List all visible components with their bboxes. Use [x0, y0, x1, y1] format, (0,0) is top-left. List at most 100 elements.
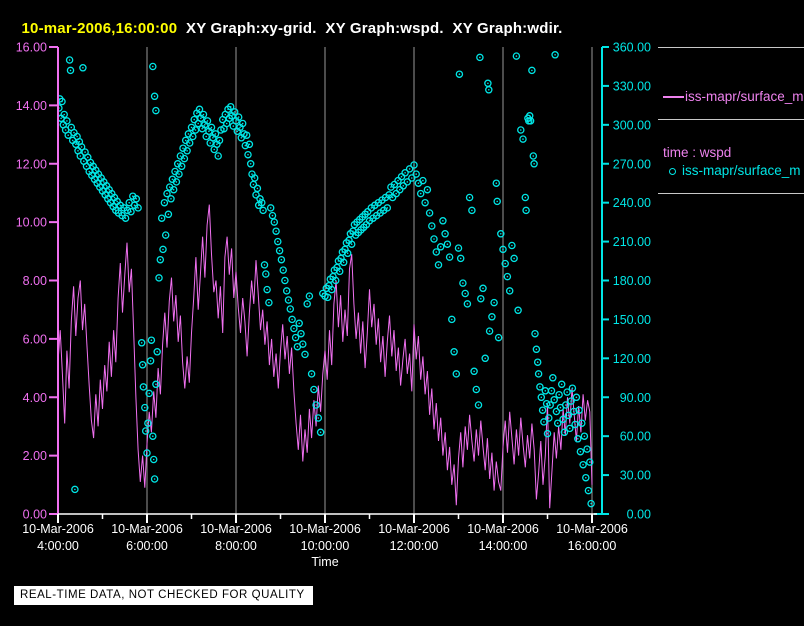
- left-axis-tick-label: 2.00: [23, 449, 47, 463]
- wdir-point-center: [247, 153, 249, 156]
- wdir-point-center: [159, 258, 162, 261]
- wdir-point-center: [78, 140, 81, 143]
- x-tick-time-label: 4:00:00: [37, 539, 79, 553]
- wdir-point-center: [340, 257, 342, 260]
- wdir-point-center: [544, 390, 547, 392]
- wdir-point-center: [493, 301, 495, 304]
- legend-panel: iss-mapr/surface_m time : wspd 10-Mar-20…: [655, 40, 804, 200]
- wdir-point-center: [104, 194, 106, 196]
- wdir-point-center: [112, 205, 114, 208]
- wdir-point-center: [433, 238, 435, 240]
- wdir-point-center: [455, 373, 458, 375]
- wdir-point-center: [315, 404, 317, 406]
- wdir-point-center: [216, 143, 218, 146]
- wdir-point-center: [146, 452, 148, 454]
- wdir-point-center: [581, 422, 583, 425]
- wdir-point-center: [570, 400, 572, 402]
- wdir-point-center: [213, 148, 215, 151]
- wdir-point-center: [537, 373, 540, 375]
- wdir-point-center: [477, 404, 480, 406]
- wdir-point-center: [525, 209, 527, 212]
- wdir-point-center: [563, 431, 566, 434]
- wdir-point-center: [218, 139, 221, 142]
- wdir-point-center: [487, 82, 489, 85]
- wdir-point-center: [558, 393, 560, 396]
- wdir-point-center: [124, 217, 127, 219]
- wdir-point-center: [515, 55, 518, 57]
- wdir-point-center: [310, 373, 313, 375]
- wdir-point-center: [453, 351, 455, 353]
- wdir-point-center: [404, 172, 406, 174]
- wdir-point-center: [468, 196, 471, 199]
- wdir-point-center: [442, 220, 444, 222]
- wdir-point-center: [302, 343, 304, 345]
- wdir-point-center: [197, 122, 199, 125]
- wdir-point-center: [208, 130, 210, 133]
- wdir-point-center: [113, 196, 116, 199]
- wdir-point-center: [446, 243, 449, 245]
- wdir-point-center: [252, 183, 255, 186]
- wdir-point-center: [105, 185, 108, 187]
- wdir-point-center: [66, 120, 68, 122]
- wdir-point-center: [249, 163, 252, 165]
- wdir-point-center: [135, 198, 138, 200]
- wdir-point-center: [149, 360, 152, 362]
- wdir-point-center: [89, 161, 92, 164]
- wdir-point-center: [342, 261, 345, 264]
- wdir-point-center: [332, 275, 334, 278]
- wdir-point-center: [496, 200, 499, 203]
- wdir-point-center: [85, 165, 88, 168]
- wdir-point-center: [271, 214, 274, 217]
- wdir-point-center: [548, 417, 550, 419]
- wdir-circle-symbol: [669, 167, 676, 175]
- wdir-point-center: [183, 157, 186, 160]
- wdir-point-center: [532, 155, 535, 157]
- wdir-point-center: [155, 383, 157, 386]
- wdir-point-center: [108, 188, 110, 191]
- wdir-point-center: [60, 117, 62, 120]
- wdir-point-center: [313, 388, 315, 391]
- wdir-point-center: [88, 170, 90, 173]
- wdir-point-center: [223, 127, 225, 130]
- wdir-point-center: [284, 279, 286, 282]
- wdir-point-center: [190, 126, 193, 129]
- wdir-point-center: [265, 273, 267, 275]
- x-tick-time-label: 14:00:00: [479, 539, 528, 553]
- left-axis-tick-label: 4.00: [23, 391, 47, 405]
- wdir-point-center: [236, 130, 239, 133]
- wdir-point-center: [221, 118, 224, 121]
- x-tick-time-label: 10:00:00: [301, 539, 350, 553]
- wdir-point-center: [196, 112, 198, 114]
- wdir-point-center: [171, 178, 174, 181]
- legend-source: iss-mapr/surface_m: [685, 89, 804, 105]
- wdir-point-center: [269, 207, 272, 209]
- wdir-point-center: [167, 213, 170, 216]
- wdir-point-center: [524, 196, 527, 199]
- wdir-point-center: [585, 476, 587, 479]
- wdir-point-center: [560, 383, 563, 386]
- xy-graph-window: 10-mar-2006,16:00:00 XY Graph:xy-grid. X…: [0, 0, 804, 626]
- wdir-point-center: [152, 65, 154, 68]
- wdir-point-center: [107, 198, 109, 200]
- wdir-point-center: [188, 142, 191, 144]
- wdir-point-center: [590, 502, 592, 505]
- wdir-point-center: [413, 164, 415, 166]
- wdir-point-center: [533, 163, 535, 165]
- x-tick-time-label: 16:00:00: [568, 539, 617, 553]
- wdir-point-center: [180, 165, 183, 168]
- wdir-point-center: [586, 448, 588, 450]
- wdir-point-center: [155, 109, 157, 112]
- wdir-point-center: [245, 134, 248, 136]
- wdir-point-center: [500, 233, 502, 235]
- wdir-point-center: [431, 225, 433, 227]
- wdir-point-center: [480, 297, 482, 300]
- wdir-point-center: [473, 370, 475, 373]
- wdir-point-center: [344, 248, 346, 251]
- wdir-point-center: [583, 435, 586, 438]
- wdir-point-center: [564, 404, 567, 406]
- wdir-point-center: [156, 351, 158, 353]
- wdir-point-center: [393, 183, 396, 186]
- wdir-point-center: [531, 69, 533, 72]
- wdir-point-center: [194, 129, 197, 131]
- left-axis-tick-label: 8.00: [23, 274, 47, 288]
